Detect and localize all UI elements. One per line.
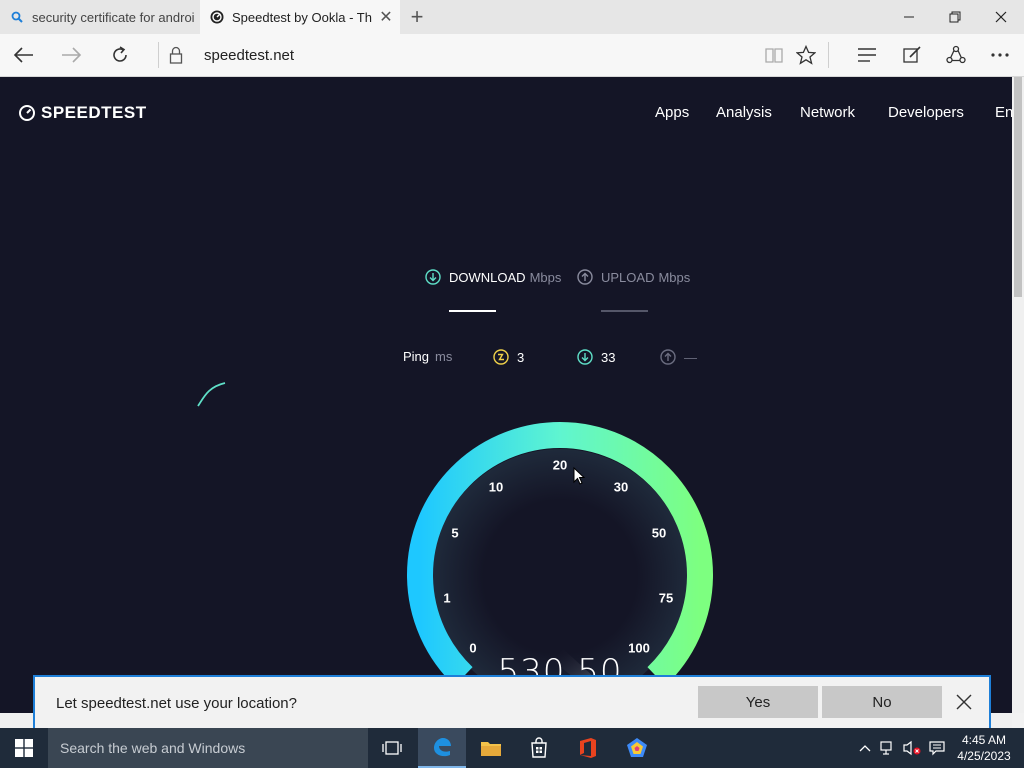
upload-ping-icon bbox=[660, 349, 676, 365]
app-icon[interactable] bbox=[613, 728, 661, 768]
gauge-tick: 75 bbox=[658, 590, 674, 606]
jitter-up-group: — bbox=[660, 349, 697, 365]
tab-search[interactable]: security certificate for androi bbox=[0, 0, 200, 34]
gauge-tick: 30 bbox=[613, 479, 629, 495]
tab-title: Speedtest by Ookla - Th bbox=[232, 9, 372, 25]
nav-analysis[interactable]: Analysis bbox=[716, 104, 772, 121]
office-icon[interactable] bbox=[564, 728, 612, 768]
download-header: DOWNLOAD Mbps bbox=[425, 269, 561, 285]
ping-value: 3 bbox=[517, 349, 525, 365]
network-icon[interactable] bbox=[878, 728, 898, 768]
clock-time: 4:45 AM bbox=[961, 733, 1007, 747]
download-ping-icon bbox=[577, 349, 593, 365]
jitter-down-group: 33 bbox=[577, 349, 615, 365]
speedtest-favicon-icon bbox=[210, 10, 224, 24]
address-bar: speedtest.net bbox=[0, 34, 1024, 77]
new-tab-icon[interactable]: + bbox=[403, 0, 431, 34]
gauge-tick: 100 bbox=[628, 640, 650, 656]
lock-icon[interactable] bbox=[156, 38, 196, 72]
gauge-tick: 0 bbox=[469, 640, 477, 656]
windows-start-icon[interactable] bbox=[0, 728, 48, 768]
upload-label: UPLOAD bbox=[601, 269, 655, 285]
ping-unit: ms bbox=[435, 349, 453, 364]
allow-location-button[interactable]: Yes bbox=[698, 686, 818, 718]
taskbar-clock[interactable]: 4:45 AM 4/25/2023 bbox=[952, 732, 1016, 764]
close-prompt-icon[interactable] bbox=[953, 691, 975, 713]
speedtest-logo-icon bbox=[19, 105, 35, 121]
share-icon[interactable] bbox=[936, 38, 976, 72]
show-hidden-icons-icon[interactable] bbox=[856, 728, 874, 768]
speedtest-page: SPEEDTEST Apps Analysis Network Develope… bbox=[0, 77, 1012, 713]
nav-enterprise[interactable]: En bbox=[995, 104, 1012, 121]
task-view-icon[interactable] bbox=[368, 728, 416, 768]
nav-developers[interactable]: Developers bbox=[888, 104, 964, 121]
ping-label: Ping bbox=[403, 349, 430, 364]
favorite-star-icon[interactable] bbox=[786, 38, 826, 72]
minimize-icon[interactable] bbox=[886, 0, 932, 34]
ping-value-group: 3 bbox=[493, 349, 524, 365]
taskbar: Search the web and Windows 4:45 AM 4/25/… bbox=[0, 728, 1024, 768]
tab-bar: security certificate for androi Speedtes… bbox=[0, 0, 1024, 34]
ping-icon bbox=[493, 349, 509, 365]
upload-unit: Mbps bbox=[658, 269, 691, 285]
store-icon[interactable] bbox=[515, 728, 563, 768]
more-icon[interactable] bbox=[980, 38, 1020, 72]
forward-icon[interactable] bbox=[51, 38, 91, 72]
download-unit: Mbps bbox=[529, 269, 562, 285]
close-window-icon[interactable] bbox=[978, 0, 1024, 34]
mouse-cursor-icon bbox=[573, 467, 586, 485]
back-icon[interactable] bbox=[4, 38, 44, 72]
upload-ping-value: — bbox=[684, 349, 697, 365]
download-label: DOWNLOAD bbox=[449, 269, 526, 285]
action-center-icon[interactable] bbox=[926, 728, 948, 768]
speedtest-logo[interactable]: SPEEDTEST bbox=[18, 103, 147, 123]
separator bbox=[828, 42, 829, 68]
deny-location-button[interactable]: No bbox=[822, 686, 942, 718]
download-ping-value: 33 bbox=[601, 349, 616, 365]
hub-icon[interactable] bbox=[847, 38, 887, 72]
speed-graph-line bbox=[197, 382, 226, 407]
prompt-message: Let speedtest.net use your location? bbox=[56, 695, 297, 712]
search-icon bbox=[10, 10, 24, 24]
file-explorer-icon[interactable] bbox=[467, 728, 515, 768]
restore-icon[interactable] bbox=[932, 0, 978, 34]
nav-apps[interactable]: Apps bbox=[655, 104, 689, 121]
scrollbar-thumb[interactable] bbox=[1014, 77, 1022, 297]
upload-header: UPLOAD Mbps bbox=[577, 269, 690, 285]
download-underline bbox=[449, 310, 496, 312]
download-icon bbox=[425, 269, 441, 285]
close-tab-icon[interactable]: ✕ bbox=[372, 7, 400, 27]
volume-muted-icon[interactable] bbox=[902, 728, 922, 768]
tab-title: security certificate for androi bbox=[32, 9, 195, 25]
gauge-tick: 50 bbox=[651, 525, 667, 541]
clock-date: 4/25/2023 bbox=[957, 749, 1011, 763]
tab-speedtest[interactable]: Speedtest by Ookla - Th ✕ bbox=[200, 0, 400, 34]
ping-label-group: Ping ms bbox=[403, 349, 452, 364]
logo-text: SPEEDTEST bbox=[41, 103, 147, 122]
taskbar-search-input[interactable]: Search the web and Windows bbox=[48, 728, 368, 768]
web-note-icon[interactable] bbox=[892, 38, 932, 72]
location-permission-prompt: Let speedtest.net use your location? Yes… bbox=[33, 675, 991, 728]
gauge-tick: 10 bbox=[488, 479, 504, 495]
upload-icon bbox=[577, 269, 593, 285]
refresh-icon[interactable] bbox=[100, 38, 140, 72]
upload-underline bbox=[601, 310, 648, 312]
gauge-tick: 5 bbox=[451, 525, 459, 541]
vertical-scrollbar[interactable] bbox=[1012, 77, 1024, 713]
edge-browser-icon[interactable] bbox=[418, 728, 466, 768]
gauge-tick: 20 bbox=[552, 457, 568, 473]
gauge-tick: 1 bbox=[443, 590, 451, 606]
url-field[interactable]: speedtest.net bbox=[204, 47, 294, 64]
nav-network[interactable]: Network bbox=[800, 104, 855, 121]
